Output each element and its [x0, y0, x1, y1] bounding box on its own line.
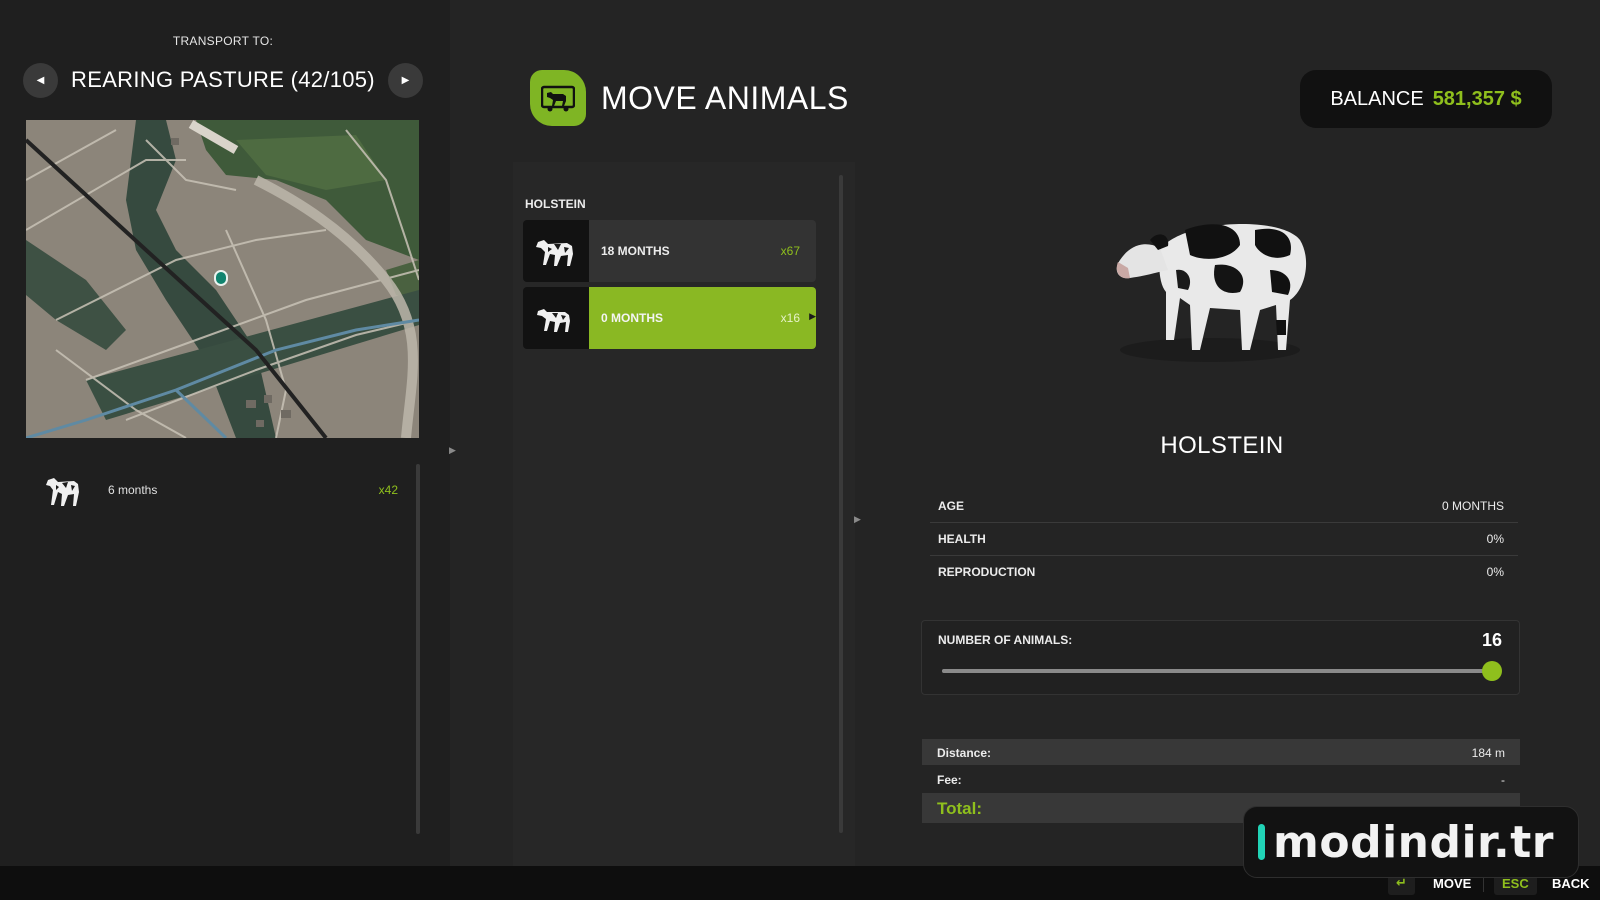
number-of-animals-label: NUMBER OF ANIMALS:: [938, 633, 1073, 647]
panel-divider-arrow-icon: ▶: [854, 514, 861, 524]
attribute-key: AGE: [938, 499, 965, 513]
pasture-marker-icon[interactable]: [214, 270, 228, 286]
slider-handle[interactable]: [1482, 661, 1502, 681]
animal-list-scrollbar[interactable]: [839, 175, 843, 833]
fee-value: -: [1501, 773, 1505, 787]
transport-panel: TRANSPORT TO: ◀ REARING PASTURE (42/105)…: [0, 0, 450, 866]
attribute-key: REPRODUCTION: [938, 565, 1036, 579]
number-of-animals-box: NUMBER OF ANIMALS: 16: [921, 620, 1520, 695]
attribute-value: 0%: [1486, 565, 1504, 579]
transport-label: TRANSPORT TO:: [172, 34, 274, 48]
back-button[interactable]: BACK: [1552, 876, 1590, 891]
cow-trailer-icon: [530, 70, 586, 126]
fee-row: Fee: -: [922, 766, 1520, 792]
chevron-left-icon: ◀: [36, 75, 45, 86]
distance-value: 184 m: [1471, 746, 1505, 760]
selected-arrow-icon: ▶: [809, 311, 816, 321]
animal-list-item[interactable]: 18 MONTHS x67: [523, 220, 816, 282]
watermark-text: modindir.tr: [1273, 816, 1554, 868]
total-label: Total:: [937, 799, 983, 818]
panel-divider-arrow-icon: ▶: [449, 445, 456, 455]
destination-selector: ◀ REARING PASTURE (42/105) ▶: [23, 61, 423, 99]
balance-display: BALANCE 581,357 $: [1300, 70, 1552, 128]
destination-animal-count: x42: [378, 483, 398, 497]
destination-list-scrollbar[interactable]: [416, 464, 420, 834]
attribute-row-health: HEALTH 0%: [930, 523, 1518, 556]
watermark-logo: modindir.tr: [1243, 806, 1579, 878]
number-of-animals-value: 16: [1481, 630, 1502, 650]
distance-label: Distance:: [937, 746, 992, 760]
destination-animal-row: 6 months x42: [26, 466, 406, 514]
animal-group-label: HOLSTEIN: [525, 197, 586, 211]
destination-map[interactable]: [26, 120, 419, 438]
move-button[interactable]: MOVE: [1433, 876, 1471, 891]
slider-fill: [942, 669, 1492, 673]
attribute-key: HEALTH: [938, 532, 986, 546]
animal-list-item-selected[interactable]: 0 MONTHS x16 ▶: [523, 287, 816, 349]
attribute-value: 0%: [1486, 532, 1504, 546]
previous-destination-button[interactable]: ◀: [23, 63, 58, 98]
calf-thumbnail-icon: [523, 287, 589, 349]
balance-value: 581,357 $: [1432, 87, 1522, 110]
animal-age-label: 0 MONTHS: [601, 311, 664, 325]
animal-age-label: 18 MONTHS: [601, 244, 670, 258]
distance-row: Distance: 184 m: [922, 739, 1520, 765]
animal-count: x16: [780, 311, 800, 325]
balance-label: BALANCE: [1330, 87, 1424, 110]
fee-label: Fee:: [937, 773, 962, 787]
destination-name: REARING PASTURE (42/105): [71, 67, 375, 92]
next-destination-button[interactable]: ▶: [388, 63, 423, 98]
animal-count-slider[interactable]: [942, 661, 1502, 681]
cow-thumbnail-icon: [523, 220, 589, 282]
cow-icon: [44, 470, 84, 513]
chevron-right-icon: ▶: [401, 75, 410, 86]
page-title: MOVE ANIMALS: [601, 80, 849, 116]
animal-name: HOLSTEIN: [1160, 432, 1284, 459]
animal-count: x67: [780, 244, 800, 258]
animal-preview-image: [1090, 200, 1330, 375]
attribute-row-age: AGE 0 MONTHS: [930, 490, 1518, 523]
attribute-value: 0 MONTHS: [1441, 499, 1504, 513]
destination-animal-label: 6 months: [108, 483, 158, 497]
attribute-row-reproduction: REPRODUCTION 0%: [930, 556, 1518, 589]
